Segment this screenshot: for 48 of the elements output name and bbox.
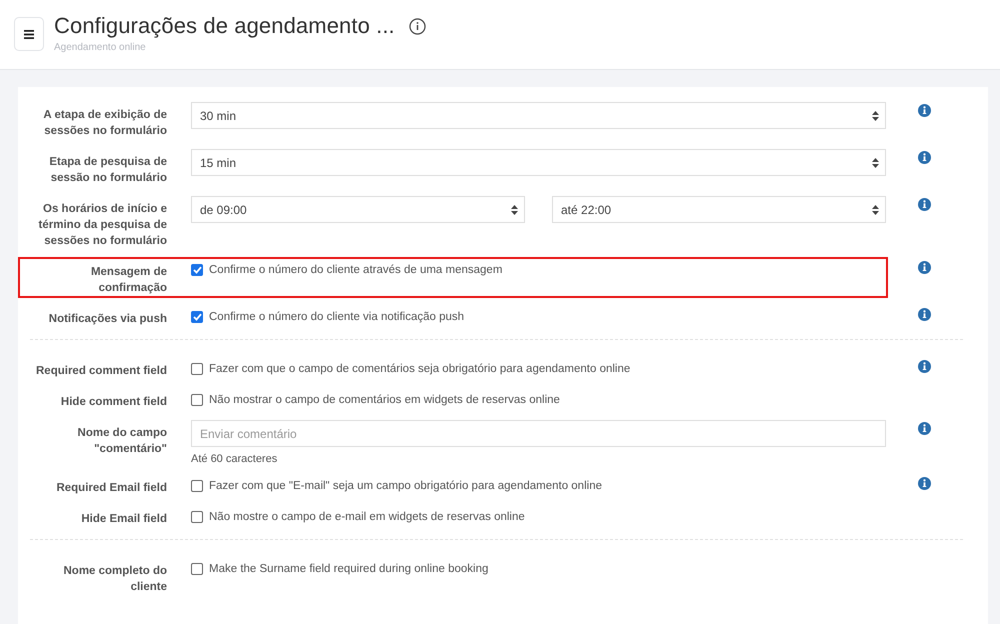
checkbox[interactable] — [191, 511, 203, 523]
checkbox-label: Não mostre o campo de e-mail em widgets de reservas online — [209, 511, 525, 523]
sort-icon — [872, 204, 879, 214]
info-icon[interactable] — [408, 18, 426, 34]
select-field[interactable]: de 09:00 — [191, 196, 525, 223]
sort-icon — [872, 110, 879, 120]
info-icon[interactable] — [918, 477, 931, 490]
field-label: Nome do campo "comentário" — [76, 426, 167, 457]
select-field[interactable]: 15 min — [191, 149, 886, 176]
info-icon[interactable] — [918, 422, 931, 435]
input-field[interactable]: Enviar comentário — [191, 420, 886, 447]
sort-icon — [872, 158, 879, 168]
info-icon[interactable] — [918, 151, 931, 164]
checkbox[interactable] — [191, 264, 203, 276]
checkbox-label: Confirme o número do cliente através de uma mensagem — [209, 264, 502, 276]
checkbox[interactable] — [191, 394, 203, 406]
checkbox[interactable] — [191, 311, 203, 323]
field-label: Hide Email field — [80, 512, 167, 527]
checkbox-label: Não mostrar o campo de comentários em widgets de reservas online — [209, 394, 560, 406]
menu-icon — [24, 30, 34, 38]
info-icon[interactable] — [918, 360, 931, 373]
info-icon[interactable] — [918, 104, 931, 117]
checkbox-label: Fazer com que "E-mail" seja um campo obrigatório para agendamento online — [209, 480, 602, 492]
checkbox-label: Fazer com que o campo de comentários seja obrigatório para agendamento online — [209, 363, 630, 375]
field-label: Hide comment field — [60, 395, 167, 410]
page-subtitle: Agendamento online — [54, 42, 147, 53]
field-label: Notificações via push — [48, 312, 167, 327]
field-label: Etapa de pesquisa de sessão no formulário — [48, 155, 167, 186]
select-field[interactable]: 30 min — [191, 102, 886, 129]
checkbox[interactable] — [191, 480, 203, 492]
field-label: Required Email field — [55, 481, 167, 496]
info-icon[interactable] — [918, 198, 931, 211]
field-label: Required comment field — [35, 364, 167, 379]
info-icon[interactable] — [918, 261, 931, 274]
info-icon[interactable] — [918, 308, 931, 321]
checkbox-label: Confirme o número do cliente via notificação push — [209, 311, 464, 323]
menu-button[interactable] — [14, 17, 44, 51]
checkbox[interactable] — [191, 363, 203, 375]
sort-icon — [511, 204, 518, 214]
hint-text: Até 60 caracteres — [191, 453, 278, 465]
page-title: Configurações de agendamento ... — [54, 13, 395, 39]
checkbox-label: Make the Surname field required during online booking — [209, 563, 488, 575]
field-label: Os horários de início e término da pesquisa de sessões no formulário — [38, 202, 167, 249]
field-label: A etapa de exibição de sessões no formulário — [42, 108, 167, 139]
checkbox[interactable] — [191, 563, 203, 575]
select-field[interactable]: até 22:00 — [552, 196, 886, 223]
field-label: Mensagem de confirmação — [90, 265, 167, 296]
field-label: Nome completo do cliente — [62, 564, 167, 595]
